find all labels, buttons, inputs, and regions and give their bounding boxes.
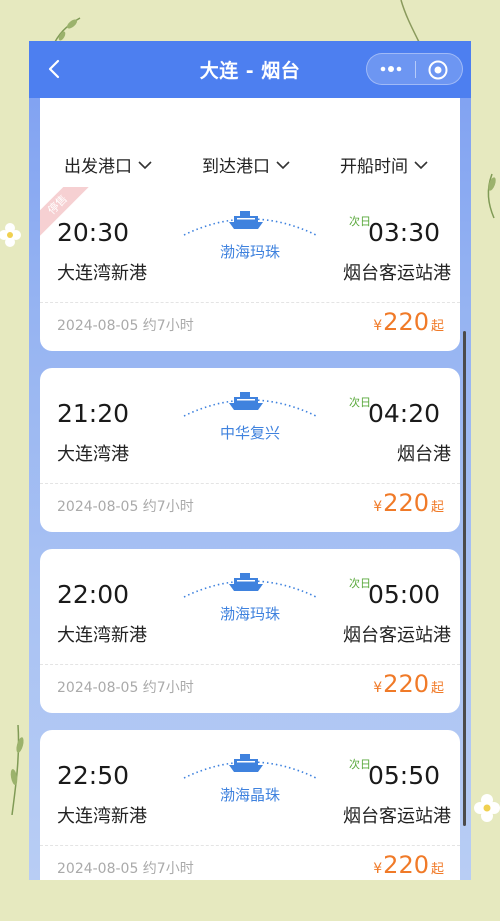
- filter-label: 到达港口: [202, 157, 270, 177]
- date-duration: 2024-08-05 约7小时: [57, 318, 194, 334]
- arrival-port: 烟台客运站港: [343, 806, 451, 827]
- date-duration: 2024-08-05 约7小时: [57, 499, 194, 515]
- arrival-time: 05:50: [367, 761, 440, 790]
- departure-time: 20:30: [57, 218, 130, 247]
- filter-departure-time[interactable]: 开船时间: [340, 152, 428, 177]
- chevron-down-icon: [414, 160, 428, 169]
- price: ¥ 220 起: [373, 489, 444, 517]
- ship-icon: [229, 211, 263, 229]
- branch-decoration-icon: [10, 725, 24, 815]
- card-divider: [40, 664, 460, 665]
- ship-icon: [229, 392, 263, 410]
- currency-symbol: ¥: [373, 680, 383, 696]
- arrival-time: 05:00: [367, 580, 440, 609]
- price-value: 220: [383, 670, 429, 698]
- filter-arrival-port[interactable]: 到达港口: [202, 152, 290, 177]
- voyage-card[interactable]: 22:50 大连湾新港 渤海晶珠 次日 05:50 烟台客运站港 2024-08…: [40, 730, 460, 880]
- currency-symbol: ¥: [373, 318, 383, 334]
- voyage-card[interactable]: 22:00 大连湾新港 渤海玛珠 次日 05:00 烟台客运站港 2024-08…: [40, 549, 460, 713]
- price-value: 220: [383, 851, 429, 879]
- ship-name: 中华复兴: [219, 424, 280, 442]
- route-indicator: 中华复兴: [180, 388, 320, 448]
- filter-label: 出发港口: [64, 157, 132, 177]
- arrival-port: 烟台客运站港: [343, 263, 451, 284]
- chevron-down-icon: [138, 160, 152, 169]
- price-value: 220: [383, 308, 429, 336]
- price-unit: 起: [430, 500, 444, 515]
- filter-label: 开船时间: [340, 157, 408, 177]
- price-value: 220: [383, 489, 429, 517]
- price: ¥ 220 起: [373, 670, 444, 698]
- ship-name: 渤海玛珠: [219, 243, 280, 261]
- card-divider: [40, 845, 460, 846]
- nav-header: 大连 - 烟台: [29, 41, 471, 98]
- price: ¥ 220 起: [373, 308, 444, 336]
- ship-icon: [229, 573, 263, 591]
- departure-port: 大连湾新港: [57, 625, 147, 646]
- branch-decoration-icon: [400, 0, 420, 43]
- departure-port: 大连湾港: [57, 444, 129, 465]
- ship-icon: [229, 754, 263, 772]
- arrival-time: 04:20: [367, 399, 440, 428]
- route-indicator: 渤海晶珠: [180, 750, 320, 810]
- capsule-divider: [415, 61, 416, 78]
- route-indicator: 渤海玛珠: [180, 207, 320, 267]
- chevron-down-icon: [276, 160, 290, 169]
- leaf-decoration-icon: [487, 173, 496, 219]
- voyage-card[interactable]: 停售 20:30 大连湾新港 渤海玛珠 次日 03:30 烟台客运站港 2024…: [40, 187, 460, 351]
- currency-symbol: ¥: [373, 499, 383, 515]
- arrival-port: 烟台客运站港: [343, 625, 451, 646]
- departure-time: 22:00: [57, 580, 130, 609]
- price-unit: 起: [430, 681, 444, 696]
- scrollbar[interactable]: [463, 331, 466, 826]
- price-unit: 起: [430, 319, 444, 334]
- ship-name: 渤海晶珠: [219, 786, 280, 804]
- price: ¥ 220 起: [373, 851, 444, 879]
- mini-program-capsule: [366, 53, 463, 85]
- departure-port: 大连湾新港: [57, 806, 147, 827]
- departure-time: 21:20: [57, 399, 130, 428]
- voyage-card[interactable]: 21:20 大连湾港 中华复兴 次日 04:20 烟台港 2024-08-05 …: [40, 368, 460, 532]
- currency-symbol: ¥: [373, 861, 383, 877]
- departure-port: 大连湾新港: [57, 263, 147, 284]
- card-divider: [40, 302, 460, 303]
- departure-time: 22:50: [57, 761, 130, 790]
- route-indicator: 渤海玛珠: [180, 569, 320, 629]
- ship-name: 渤海玛珠: [219, 605, 280, 623]
- flower-decoration-icon: [474, 794, 500, 822]
- target-close-icon[interactable]: [427, 59, 449, 81]
- arrival-port: 烟台港: [397, 444, 451, 465]
- date-duration: 2024-08-05 约7小时: [57, 680, 194, 696]
- arrival-time: 03:30: [367, 218, 440, 247]
- filter-departure-port[interactable]: 出发港口: [64, 152, 152, 177]
- phone-screen: 大连 - 烟台 出发港口 到达港口 开船时间 停售 20:30 大连湾新港 渤海…: [29, 41, 471, 880]
- more-dots-icon[interactable]: [379, 60, 403, 78]
- date-duration: 2024-08-05 约7小时: [57, 861, 194, 877]
- price-unit: 起: [430, 862, 444, 877]
- flower-decoration-icon: [0, 223, 21, 247]
- card-divider: [40, 483, 460, 484]
